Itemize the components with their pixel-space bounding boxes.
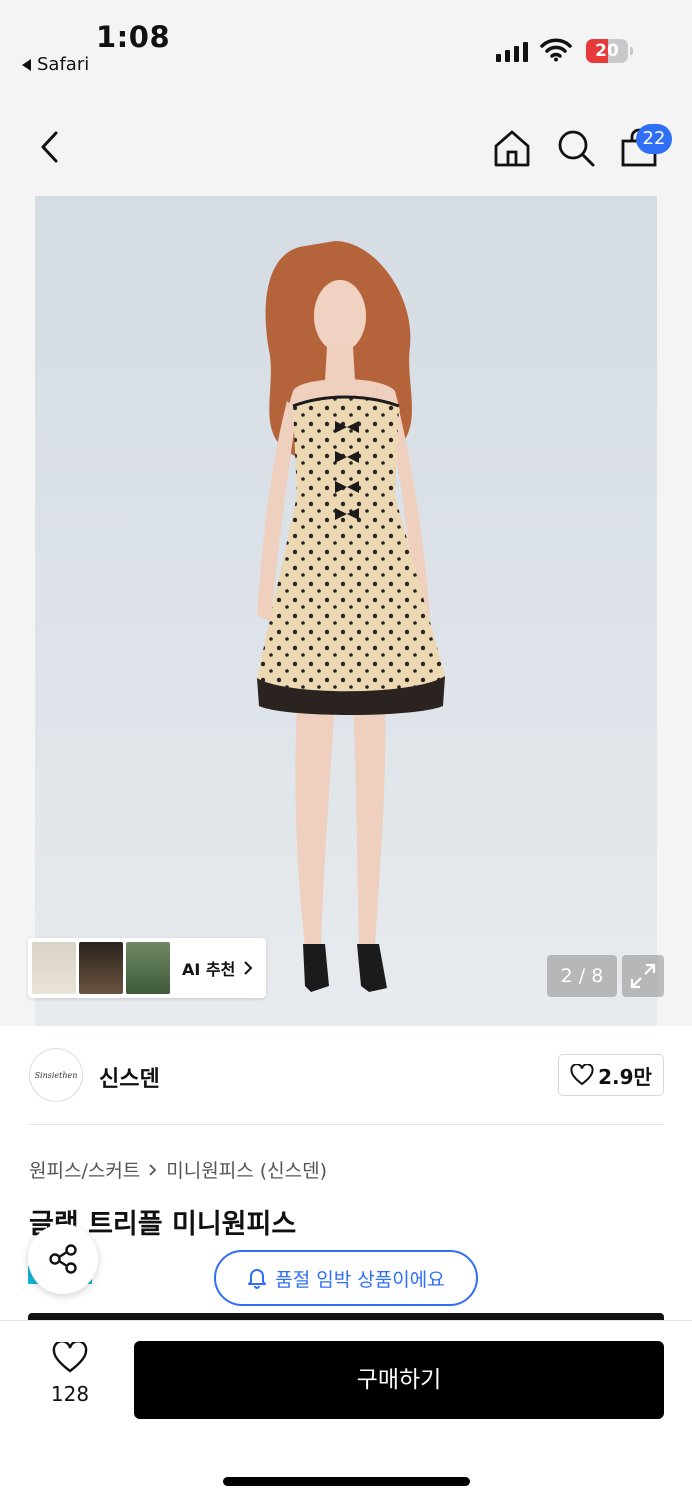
back-to-safari-link[interactable]: Safari [22, 54, 89, 75]
breadcrumb: 원피스/스커트 미니원피스 (신스덴) [29, 1156, 327, 1183]
breadcrumb-subcategory[interactable]: 미니원피스 (신스덴) [166, 1156, 327, 1183]
soldout-notice-pill: 품절 임박 상품이에요 [214, 1250, 478, 1306]
brand-like-count: 2.9만 [598, 1064, 652, 1089]
breadcrumb-category[interactable]: 원피스/스커트 [29, 1156, 140, 1183]
share-icon [49, 1244, 77, 1274]
home-indicator[interactable] [223, 1477, 470, 1486]
ai-recommend-button[interactable]: AI 추천 [28, 938, 266, 998]
ai-thumbnail-3 [126, 942, 170, 994]
expand-icon [630, 963, 656, 989]
brand-logo[interactable]: Sinsiethen [29, 1048, 83, 1102]
battery-indicator: 20 [586, 39, 633, 63]
soldout-notice-text: 품절 임박 상품이에요 [275, 1268, 445, 1291]
ai-recommend-label: AI 추천 [182, 960, 236, 979]
cart-count-badge: 22 [636, 124, 672, 154]
status-time: 1:08 [96, 20, 171, 54]
gallery-pager: 2 / 8 [547, 955, 617, 997]
model-in-dress-image [257, 241, 445, 992]
heart-icon [52, 1340, 88, 1373]
divider [28, 1124, 664, 1125]
share-button[interactable] [28, 1224, 98, 1294]
battery-level: 20 [595, 41, 619, 61]
wifi-icon [540, 38, 572, 62]
back-app-label: Safari [37, 54, 90, 75]
brand-name[interactable]: 신스덴 [99, 1061, 160, 1093]
back-triangle-icon [22, 58, 31, 71]
buy-button[interactable]: 구매하기 [134, 1341, 664, 1419]
chevron-right-icon [149, 1163, 157, 1176]
product-gallery[interactable] [0, 196, 692, 1026]
back-chevron-icon[interactable] [36, 130, 66, 164]
wishlist-button[interactable]: 128 [40, 1340, 100, 1406]
search-icon[interactable] [556, 128, 596, 168]
chevron-right-icon [244, 961, 253, 975]
top-nav [0, 96, 692, 196]
expand-gallery-button[interactable] [622, 955, 664, 997]
brand-like-button[interactable]: 2.9만 [558, 1054, 664, 1096]
home-icon[interactable] [492, 128, 532, 168]
product-photo [35, 196, 657, 1026]
cellular-signal-icon [496, 42, 528, 62]
ai-thumbnail-2 [79, 942, 123, 994]
heart-icon [570, 1064, 594, 1086]
brand-logo-text: Sinsiethen [34, 1071, 78, 1080]
wishlist-count: 128 [50, 1382, 90, 1406]
status-bar: 1:08 Safari 20 [0, 0, 692, 96]
ai-thumbnail-1 [32, 942, 76, 994]
bell-icon [248, 1269, 267, 1289]
